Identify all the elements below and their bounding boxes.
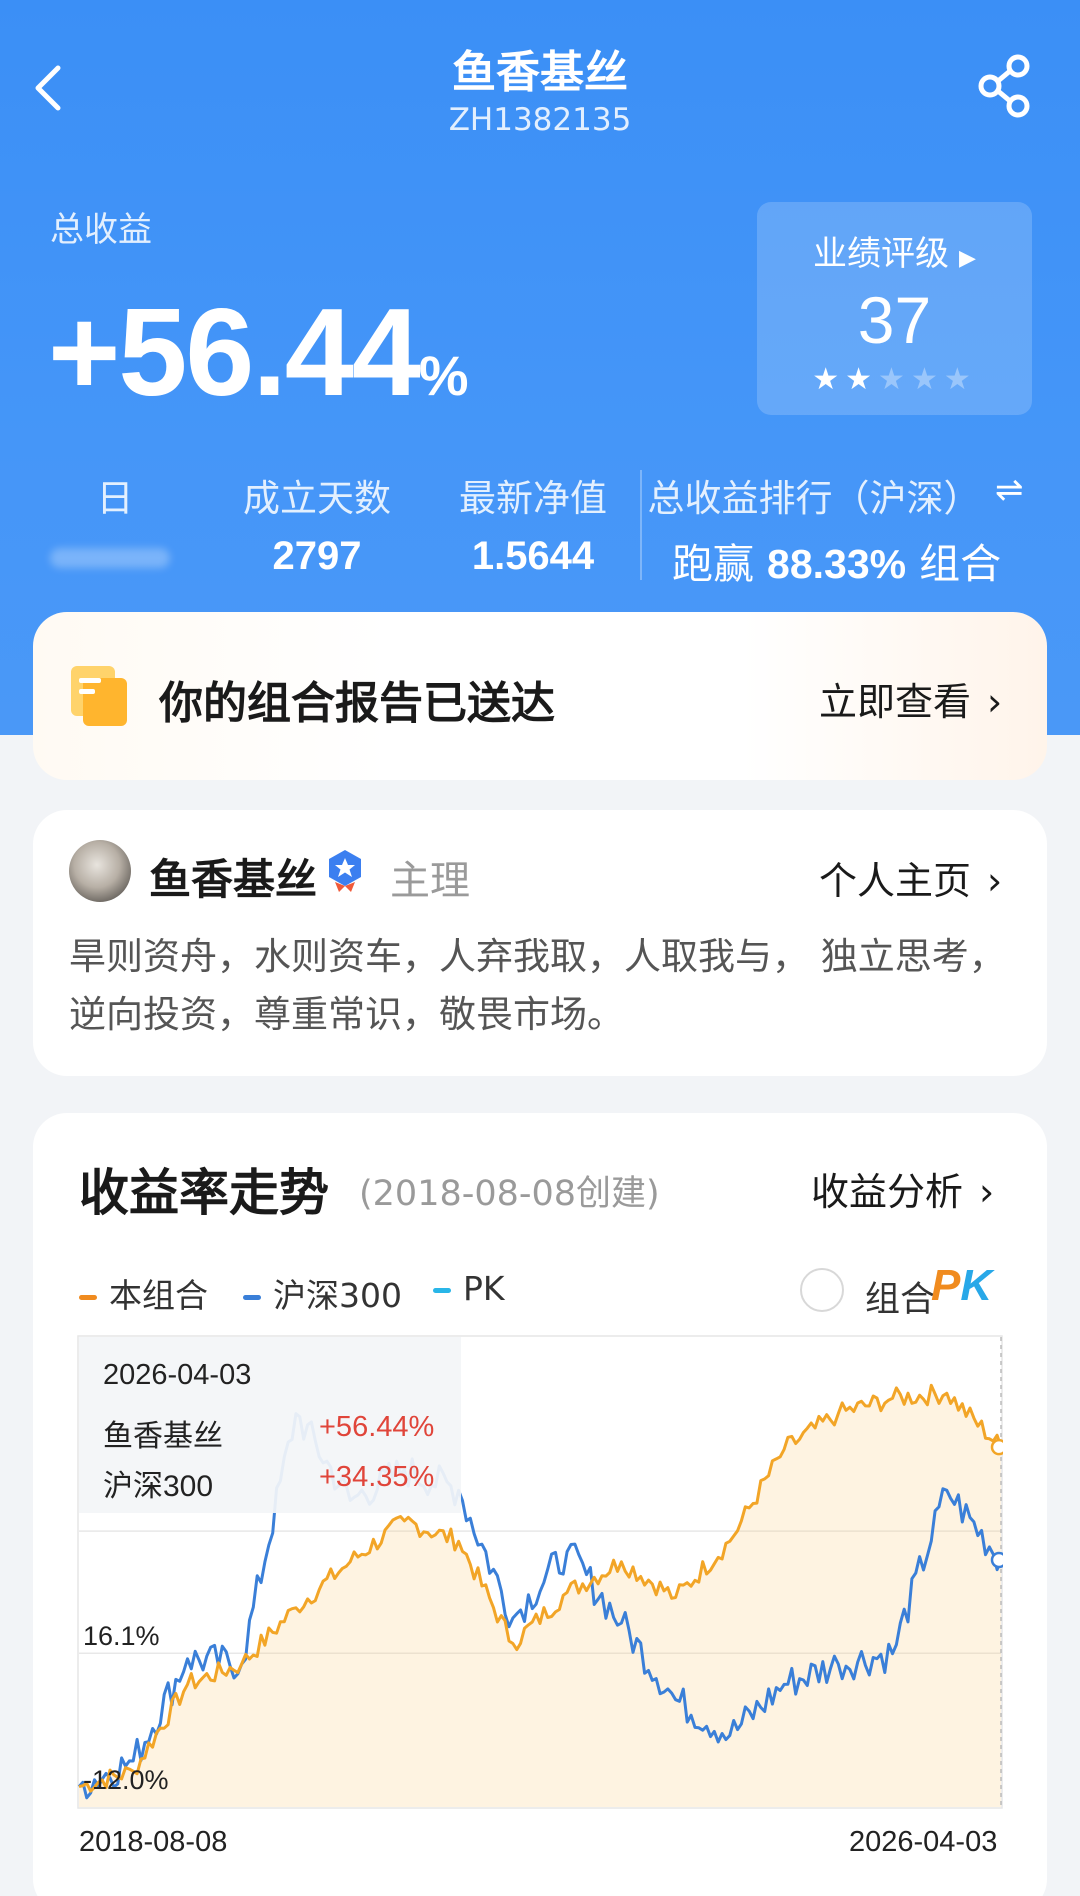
chart-title: 收益率走势 (79, 1164, 329, 1222)
chevron-right-icon: › (979, 1170, 995, 1214)
x-axis-end-label: 2026-04-03 (849, 1826, 998, 1858)
rank-percent: 88.33% (767, 541, 907, 587)
star-icon: ★ (845, 362, 879, 397)
tooltip-date: 2026-04-03 (103, 1359, 252, 1391)
report-message: 你的组合报告已送达 (159, 678, 555, 729)
profile-link[interactable]: 个人主页 › (819, 850, 1002, 905)
portfolio-code: ZH1382135 (448, 102, 632, 138)
star-empty-icon: ★ (878, 362, 911, 397)
stat-nav-value: 1.5644 (471, 534, 595, 578)
return-analysis-link[interactable]: 收益分析 › (811, 1161, 994, 1216)
stat-divider (640, 470, 642, 580)
rating-stars: ★★★★★ (757, 362, 1032, 397)
total-return-number: +56.44 (48, 284, 421, 422)
star-empty-icon: ★ (910, 362, 944, 397)
manager-description: 旱则资舟，水则资车，人弃我取，人取我与， 独立思考，逆向投资，尊重常识，敬畏市场… (69, 935, 1006, 1036)
pk-toggle-radio[interactable] (800, 1268, 844, 1312)
stat-daily-value-blurred (50, 548, 170, 568)
manager-role: 主理 (390, 858, 470, 904)
verified-badge-icon (329, 850, 361, 892)
profile-link-label: 个人主页 (819, 859, 972, 903)
rank-value: 跑赢 88.33% 组合 (672, 530, 1001, 590)
star-empty-icon: ★ (943, 362, 977, 397)
report-document-icon (71, 666, 127, 726)
legend-portfolio-label: 本组合 (109, 1276, 208, 1315)
avatar[interactable] (69, 840, 131, 902)
chevron-right-icon: › (987, 680, 1003, 724)
rank-suffix: 组合 (919, 540, 1002, 588)
rank-label: 总收益排行（沪深） (647, 477, 981, 520)
stat-daily-label: 日 (96, 477, 134, 520)
y-tick-label: 16.1% (83, 1621, 160, 1651)
legend-portfolio: 本组合 (79, 1269, 208, 1317)
total-return-label: 总收益 (50, 210, 152, 250)
tooltip-index-value: +34.35% (319, 1461, 435, 1493)
legend-pk: PK (433, 1269, 505, 1308)
portfolio-end-marker (990, 1438, 1003, 1456)
y-tick-label: -12.0% (83, 1765, 169, 1795)
stat-nav-label: 最新净值 (459, 477, 607, 520)
manager-name: 鱼香基丝 (149, 855, 318, 904)
pk-label: 组合 (865, 1280, 936, 1320)
legend-pk-label: PK (463, 1269, 505, 1308)
star-icon: ★ (812, 362, 846, 397)
pk-logo-k: K (960, 1261, 993, 1310)
pk-logo-p: P (931, 1261, 961, 1310)
share-icon (978, 54, 1030, 118)
share-button[interactable] (976, 52, 1036, 118)
tooltip-portfolio-value: +56.44% (319, 1411, 435, 1443)
total-return-value: +56.44% (48, 282, 469, 424)
stat-days-label: 成立天数 (243, 477, 391, 520)
rating-score: 37 (857, 283, 932, 357)
view-report-label: 立即查看 (819, 680, 972, 724)
manager-card: 鱼香基丝 主理 个人主页 › 旱则资舟，水则资车，人弃我取，人取我与， 独立思考，… (33, 810, 1047, 1076)
return-analysis-label: 收益分析 (811, 1170, 964, 1214)
index-end-marker (990, 1551, 1003, 1569)
rank-prefix: 跑赢 (672, 540, 754, 588)
rating-title: 业绩评级 ▶ (757, 226, 1032, 275)
report-card[interactable]: 你的组合报告已送达 立即查看 › (33, 612, 1047, 780)
performance-rating-card[interactable]: 业绩评级 ▶ 37 ★★★★★ (757, 202, 1032, 415)
stat-days-value: 2797 (272, 534, 362, 578)
tooltip-index-name: 沪深300 (103, 1470, 214, 1503)
play-arrow-icon: ▶ (959, 246, 976, 271)
return-chart-card: 收益率走势 (2018-08-08创建) 收益分析 › 本组合 沪深300 PK … (33, 1113, 1047, 1896)
swap-icon[interactable]: ⇌ (995, 470, 1024, 510)
legend-index: 沪深300 (243, 1269, 402, 1317)
x-axis-start-label: 2018-08-08 (79, 1826, 228, 1858)
chart-tooltip: 2026-04-03 鱼香基丝 +56.44% 沪深300 +34.35% (79, 1337, 461, 1513)
pk-logo: PK (931, 1261, 992, 1311)
total-return-unit: % (418, 344, 469, 407)
view-report-link[interactable]: 立即查看 › (819, 671, 1002, 726)
rating-title-text: 业绩评级 (813, 234, 950, 274)
page-title: 鱼香基丝 (452, 47, 628, 98)
chart-created-date: (2018-08-08创建) (359, 1174, 660, 1214)
tooltip-portfolio-name: 鱼香基丝 (103, 1419, 223, 1454)
legend-index-label: 沪深300 (273, 1276, 402, 1315)
chevron-right-icon: › (987, 859, 1003, 903)
